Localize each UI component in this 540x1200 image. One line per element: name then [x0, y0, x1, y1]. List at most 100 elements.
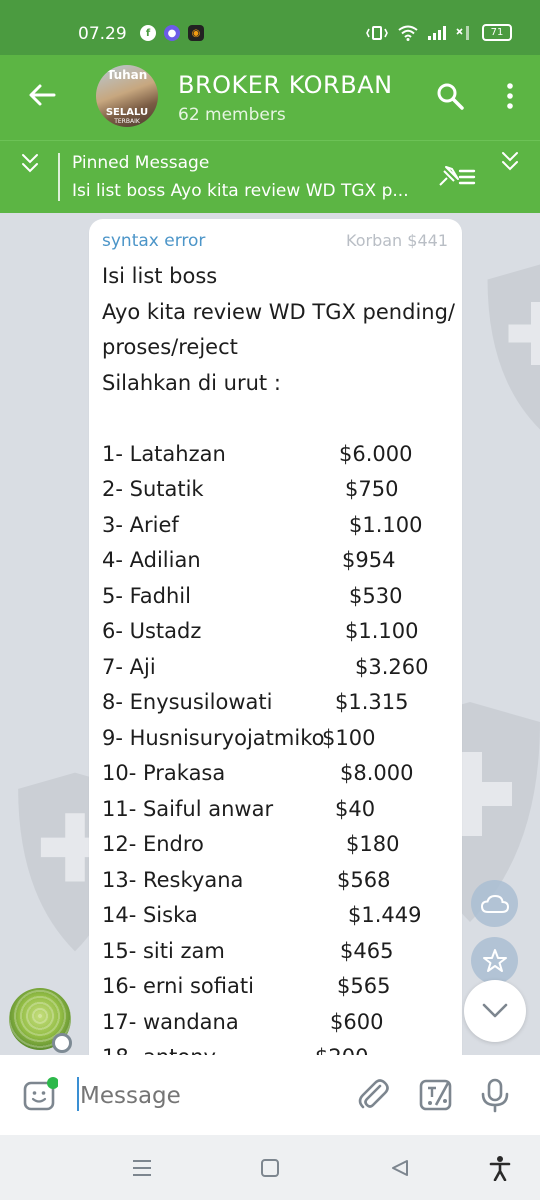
entry-amount: $1.100 — [349, 512, 423, 537]
list-item: 8- Enysusilowati $1.315 — [102, 685, 452, 721]
accessibility-icon — [489, 1156, 511, 1181]
message-line: Isi list boss — [102, 264, 218, 288]
pin-list-icon[interactable] — [436, 163, 476, 189]
star-icon — [482, 948, 507, 972]
list-item: 9- Husnisuryojatmiko $100 — [102, 721, 452, 757]
sender-badge: Korban $441 — [346, 231, 448, 250]
accessibility-button[interactable] — [485, 1153, 515, 1183]
recents-button[interactable] — [127, 1153, 157, 1183]
entry-name: 2- Sutatik — [102, 477, 204, 501]
group-avatar[interactable]: Tuhan SELALU TERBAIK — [96, 65, 158, 127]
cloud-icon — [480, 894, 509, 913]
arrow-left-icon[interactable] — [26, 79, 58, 111]
entry-name: 14- Siska — [102, 903, 198, 927]
list-item: 5- Fadhil $530 — [102, 579, 452, 615]
entry-amount: $1.315 — [335, 690, 409, 714]
entry-name: 5- Fadhil — [102, 583, 191, 608]
paint-palette-icon[interactable] — [418, 1077, 454, 1113]
list-item: 15- siti zam $465 — [102, 934, 452, 970]
list-item: 3- Arief $1.100 — [102, 508, 452, 544]
entry-amount: $954 — [342, 548, 396, 572]
text-cursor — [77, 1077, 79, 1111]
message-line: Ayo kita review WD TGX pending/ — [102, 299, 456, 324]
entry-name: 6- Ustadz — [102, 619, 202, 643]
shield-watermark-icon — [487, 264, 540, 430]
status-time: 07.29 — [78, 24, 127, 44]
status-dot — [52, 1033, 72, 1053]
favorite-button[interactable] — [471, 937, 518, 984]
list-item: 13- Reskyana $568 — [102, 863, 452, 899]
list-item: 16- erni sofiati $565 — [102, 969, 452, 1005]
message-input[interactable] — [78, 1075, 342, 1117]
back-button[interactable] — [385, 1153, 415, 1183]
entry-name: 13- Reskyana — [102, 867, 244, 892]
entry-amount: $565 — [337, 974, 391, 998]
entry-amount: $8.000 — [340, 761, 414, 785]
signal-icon — [428, 25, 446, 40]
entry-name: 3- Arief — [102, 512, 179, 537]
entry-amount: $100 — [322, 725, 376, 750]
facebook-icon: f — [140, 25, 156, 41]
entry-amount: $3.260 — [355, 654, 429, 679]
system-nav-bar — [0, 1135, 540, 1200]
entry-amount: $465 — [340, 938, 394, 963]
entry-amount: $6.000 — [339, 441, 413, 466]
entry-amount: $40 — [335, 796, 376, 821]
chat-header: Tuhan SELALU TERBAIK BROKER KORBAN 62 me… — [0, 55, 540, 140]
message-text: Isi list boss Ayo kita review WD TGX pen… — [102, 259, 456, 1070]
list-item: 1- Latahzan $6.000 — [102, 437, 452, 473]
entry-name: 7- Aji — [102, 654, 156, 679]
list-item: 11- Saiful anwar $40 — [102, 792, 452, 828]
entry-name: 15- siti zam — [102, 938, 225, 963]
entry-name: 1- Latahzan — [102, 441, 226, 466]
pinned-message-bar[interactable]: Pinned Message Isi list boss Ayo kita re… — [0, 140, 540, 213]
pinned-text: Isi list boss Ayo kita review WD TGX p..… — [72, 181, 409, 201]
entry-name: 16- erni sofiati — [102, 974, 254, 998]
list-item: 10- Prakasa $8.000 — [102, 756, 452, 792]
chevron-double-down-icon[interactable] — [500, 149, 520, 175]
entry-amount: $750 — [345, 477, 399, 501]
microphone-icon[interactable] — [477, 1077, 513, 1113]
entry-name: 17- wandana — [102, 1009, 239, 1034]
list-item: 2- Sutatik $750 — [102, 472, 452, 508]
chevron-double-down-icon[interactable] — [20, 151, 40, 177]
home-button[interactable] — [255, 1153, 285, 1183]
menu-icon — [133, 1160, 151, 1176]
more-vertical-icon[interactable] — [495, 81, 525, 111]
search-icon[interactable] — [435, 81, 465, 111]
message-composer — [0, 1055, 540, 1135]
chat-title[interactable]: BROKER KORBAN — [178, 71, 393, 99]
member-count: 62 members — [178, 105, 286, 125]
entry-amount: $1.449 — [348, 903, 422, 927]
signal-off-icon — [456, 25, 469, 40]
entry-name: 4- Adilian — [102, 548, 201, 572]
cloud-button[interactable] — [471, 880, 518, 927]
message-line: proses/reject — [102, 335, 238, 359]
battery-icon: 71 — [482, 24, 512, 41]
chevron-down-icon — [482, 1003, 508, 1018]
list-item: 6- Ustadz $1.100 — [102, 614, 452, 650]
pinned-indicator — [58, 153, 60, 201]
entry-name: 10- Prakasa — [102, 761, 226, 785]
entry-amount: $568 — [337, 867, 391, 892]
sticker-icon[interactable] — [22, 1077, 58, 1113]
entry-name: 9- Husnisuryojatmiko — [102, 725, 325, 750]
entry-amount: $180 — [346, 832, 400, 856]
entry-name: 8- Enysusilowati — [102, 690, 273, 714]
message-line — [102, 401, 452, 437]
pinned-title: Pinned Message — [72, 153, 210, 173]
vibrate-icon — [366, 25, 388, 40]
entry-list: 1- Latahzan $6.000 2- Sutatik $750 3- Arief $… — [102, 437, 452, 1070]
game-notification-icon: ◉ — [188, 25, 204, 41]
sender-name[interactable]: syntax error — [102, 231, 205, 251]
paperclip-icon[interactable] — [355, 1077, 391, 1113]
message-line: Silahkan di urut : — [102, 370, 281, 395]
entry-amount: $530 — [349, 583, 403, 608]
entry-amount: $1.100 — [345, 619, 419, 643]
message-bubble[interactable]: syntax error Korban $441 Isi list boss A… — [89, 219, 462, 1069]
list-item: 14- Siska $1.449 — [102, 898, 452, 934]
scroll-down-button[interactable] — [464, 980, 526, 1042]
app-notification-icon: ● — [164, 25, 180, 41]
status-bar: 07.29 f ● ◉ 71 — [0, 0, 540, 55]
square-icon — [261, 1159, 279, 1177]
